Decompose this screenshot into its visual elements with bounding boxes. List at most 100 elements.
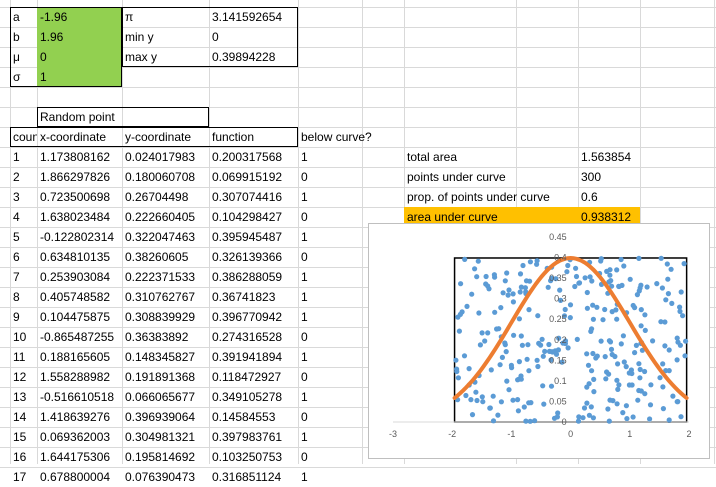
table-cell[interactable]: 1 xyxy=(298,347,362,367)
table-cell[interactable]: 0.104298427 xyxy=(209,207,298,227)
table-cell[interactable]: 0.310762767 xyxy=(122,287,209,307)
table-cell[interactable]: 15 xyxy=(10,427,37,447)
table-cell[interactable]: 0 xyxy=(298,447,362,467)
table-cell[interactable]: 0.076390473 xyxy=(122,467,209,487)
table-cell[interactable]: 0.069362003 xyxy=(37,427,122,447)
x-tick-label: -3 xyxy=(389,429,397,439)
table-cell[interactable]: 4 xyxy=(10,207,37,227)
table-cell[interactable]: 0.38260605 xyxy=(122,247,209,267)
table-cell[interactable]: 1 xyxy=(298,287,362,307)
table-cell[interactable]: 1.866297826 xyxy=(37,167,122,187)
table-cell[interactable]: 0.326139366 xyxy=(209,247,298,267)
table-cell[interactable]: 8 xyxy=(10,287,37,307)
table-cell[interactable]: 0.349105278 xyxy=(209,387,298,407)
table-cell[interactable]: 0.304981321 xyxy=(122,427,209,447)
table-cell[interactable]: 1 xyxy=(298,467,362,487)
table-cell[interactable]: 1.644175306 xyxy=(37,447,122,467)
table-cell[interactable]: 1 xyxy=(298,427,362,447)
table-cell[interactable]: 6 xyxy=(10,247,37,267)
data-point xyxy=(659,285,665,291)
table-cell[interactable]: 1.558288982 xyxy=(37,367,122,387)
table-cell[interactable]: 0.222371533 xyxy=(122,267,209,287)
data-point xyxy=(535,313,541,319)
table-cell[interactable]: 0.148345827 xyxy=(122,347,209,367)
table-cell[interactable]: 0.396939064 xyxy=(122,407,209,427)
table-cell[interactable]: 13 xyxy=(10,387,37,407)
table-cell[interactable]: 0.253903084 xyxy=(37,267,122,287)
table-cell[interactable]: 0.104475875 xyxy=(37,307,122,327)
summary-label[interactable]: points under curve xyxy=(404,167,578,187)
table-cell[interactable]: 0 xyxy=(298,167,362,187)
table-cell[interactable]: 0.397983761 xyxy=(209,427,298,447)
table-cell[interactable]: -0.122802314 xyxy=(37,227,122,247)
table-cell[interactable]: 14 xyxy=(10,407,37,427)
table-cell[interactable]: 12 xyxy=(10,367,37,387)
table-cell[interactable]: 0.118472927 xyxy=(209,367,298,387)
data-point xyxy=(666,417,672,423)
column-header[interactable]: below curve? xyxy=(298,127,388,147)
data-point xyxy=(683,338,689,344)
table-cell[interactable]: 0.678800004 xyxy=(37,467,122,487)
table-cell[interactable]: 1 xyxy=(298,267,362,287)
table-cell[interactable]: 0.024017983 xyxy=(122,147,209,167)
data-point xyxy=(591,376,597,382)
table-cell[interactable]: 1 xyxy=(298,307,362,327)
table-cell[interactable]: 16 xyxy=(10,447,37,467)
table-cell[interactable]: 0.188165605 xyxy=(37,347,122,367)
table-cell[interactable]: 3 xyxy=(10,187,37,207)
table-cell[interactable]: 0 xyxy=(298,407,362,427)
table-cell[interactable]: 1 xyxy=(298,187,362,207)
table-cell[interactable]: 0.386288059 xyxy=(209,267,298,287)
summary-value[interactable]: 300 xyxy=(578,167,640,187)
table-cell[interactable]: 0.322047463 xyxy=(122,227,209,247)
table-cell[interactable]: 1.418639276 xyxy=(37,407,122,427)
table-cell[interactable]: 9 xyxy=(10,307,37,327)
table-cell[interactable]: 1 xyxy=(298,227,362,247)
table-cell[interactable]: 0.195814692 xyxy=(122,447,209,467)
table-cell[interactable]: 1 xyxy=(298,387,362,407)
table-cell[interactable]: 1 xyxy=(10,147,37,167)
table-cell[interactable]: -0.865487255 xyxy=(37,327,122,347)
table-cell[interactable]: 0 xyxy=(298,247,362,267)
table-cell[interactable]: -0.516610518 xyxy=(37,387,122,407)
table-cell[interactable]: 0 xyxy=(298,207,362,227)
table-cell[interactable]: 0.405748582 xyxy=(37,287,122,307)
table-cell[interactable]: 0.634810135 xyxy=(37,247,122,267)
summary-value[interactable]: 1.563854 xyxy=(578,147,640,167)
summary-label[interactable]: prop. of points under curve xyxy=(404,187,578,207)
table-cell[interactable]: 5 xyxy=(10,227,37,247)
table-cell[interactable]: 11 xyxy=(10,347,37,367)
table-cell[interactable]: 17 xyxy=(10,467,37,487)
table-cell[interactable]: 0.36383892 xyxy=(122,327,209,347)
table-cell[interactable]: 2 xyxy=(10,167,37,187)
table-cell[interactable]: 0.396770942 xyxy=(209,307,298,327)
table-cell[interactable]: 0.308839929 xyxy=(122,307,209,327)
table-cell[interactable]: 0.069915192 xyxy=(209,167,298,187)
table-cell[interactable]: 0.14584553 xyxy=(209,407,298,427)
table-cell[interactable]: 0.391941894 xyxy=(209,347,298,367)
table-cell[interactable]: 0.274316528 xyxy=(209,327,298,347)
table-cell[interactable]: 1.173808162 xyxy=(37,147,122,167)
scatter-chart[interactable]: -3 -2 -1 0 1 2 0 0.05 0.1 0.15 0.2 0.25 0.3 0.35 0.4 0.… xyxy=(368,223,710,459)
table-cell[interactable]: 0.222660405 xyxy=(122,207,209,227)
table-cell[interactable]: 1.638023484 xyxy=(37,207,122,227)
table-cell[interactable]: 0 xyxy=(298,367,362,387)
summary-label[interactable]: total area xyxy=(404,147,578,167)
table-cell[interactable]: 1 xyxy=(298,147,362,167)
table-cell[interactable]: 0.36741823 xyxy=(209,287,298,307)
table-cell[interactable]: 10 xyxy=(10,327,37,347)
table-cell[interactable]: 7 xyxy=(10,267,37,287)
summary-value[interactable]: 0.6 xyxy=(578,187,640,207)
table-cell[interactable]: 0.200317568 xyxy=(209,147,298,167)
data-point xyxy=(515,408,521,414)
table-cell[interactable]: 0.316851124 xyxy=(209,467,298,487)
table-cell[interactable]: 0.066065677 xyxy=(122,387,209,407)
table-cell[interactable]: 0 xyxy=(298,327,362,347)
table-cell[interactable]: 0.26704498 xyxy=(122,187,209,207)
table-cell[interactable]: 0.395945487 xyxy=(209,227,298,247)
table-cell[interactable]: 0.307074416 xyxy=(209,187,298,207)
table-cell[interactable]: 0.103250753 xyxy=(209,447,298,467)
table-cell[interactable]: 0.191891368 xyxy=(122,367,209,387)
table-cell[interactable]: 0.180060708 xyxy=(122,167,209,187)
table-cell[interactable]: 0.723500698 xyxy=(37,187,122,207)
